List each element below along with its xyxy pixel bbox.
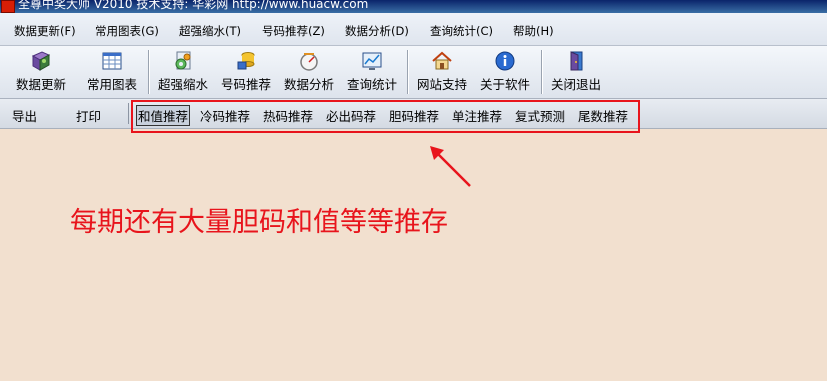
grid-chart-icon (101, 50, 123, 72)
menu-charts[interactable]: 常用图表(G) (95, 23, 159, 39)
toolbar-separator (148, 50, 149, 94)
door-exit-icon (565, 50, 587, 72)
function-bar-separator (128, 103, 129, 124)
toolbar: 数据更新 常用图表 超强缩水 号码推荐 数据分析 查询统计 网站支持 关于软件 … (0, 46, 827, 99)
menu-data-update[interactable]: 数据更新(F) (14, 23, 76, 39)
menu-super-shrink[interactable]: 超强缩水(T) (179, 23, 241, 39)
toolbar-about-button[interactable]: 关于软件 (475, 46, 535, 98)
export-button[interactable]: 导出 (12, 106, 37, 125)
toolbar-separator (407, 50, 408, 94)
toolbar-label: 网站支持 (416, 77, 467, 92)
screen-chart-icon (361, 50, 383, 72)
toolbar-charts-button[interactable]: 常用图表 (82, 46, 142, 98)
info-icon (494, 50, 516, 72)
highlight-box (131, 100, 640, 133)
gauge-icon (298, 50, 320, 72)
book-icon (30, 50, 52, 72)
toolbar-query-stats-button[interactable]: 查询统计 (342, 46, 402, 98)
toolbar-data-update-button[interactable]: 数据更新 (11, 46, 71, 98)
window-title: 全尊中奖大师 V2010 技术支持: 华彩网 http://www.huacw.… (18, 0, 369, 11)
toolbar-label: 数据分析 (283, 77, 334, 92)
toolbar-data-analysis-button[interactable]: 数据分析 (279, 46, 339, 98)
toolbar-label: 超强缩水 (157, 77, 208, 92)
gear-icon (172, 50, 194, 72)
app-icon (1, 0, 15, 13)
toolbar-label: 数据更新 (15, 77, 66, 92)
toolbar-separator (541, 50, 542, 94)
toolbar-label: 号码推荐 (220, 77, 271, 92)
menu-data-analysis[interactable]: 数据分析(D) (345, 23, 409, 39)
toolbar-super-shrink-button[interactable]: 超强缩水 (153, 46, 213, 98)
toolbar-label: 常用图表 (86, 77, 137, 92)
print-button[interactable]: 打印 (76, 106, 101, 125)
toolbar-exit-button[interactable]: 关闭退出 (546, 46, 606, 98)
toolbar-website-button[interactable]: 网站支持 (412, 46, 472, 98)
coins-icon (235, 50, 257, 72)
menu-query-stats[interactable]: 查询统计(C) (430, 23, 493, 39)
menu-help[interactable]: 帮助(H) (513, 23, 554, 39)
house-icon (431, 50, 453, 72)
toolbar-label: 关于软件 (479, 77, 530, 92)
toolbar-number-recommend-button[interactable]: 号码推荐 (216, 46, 276, 98)
menu-number-recommend[interactable]: 号码推荐(Z) (262, 23, 325, 39)
menu-bar: 数据更新(F) 常用图表(G) 超强缩水(T) 号码推荐(Z) 数据分析(D) … (0, 13, 827, 46)
toolbar-label: 关闭退出 (550, 77, 601, 92)
annotation-text: 每期还有大量胆码和值等等推存 (70, 207, 448, 238)
arrow-icon (430, 146, 471, 187)
title-bar: 全尊中奖大师 V2010 技术支持: 华彩网 http://www.huacw.… (0, 0, 827, 13)
toolbar-label: 查询统计 (346, 77, 397, 92)
